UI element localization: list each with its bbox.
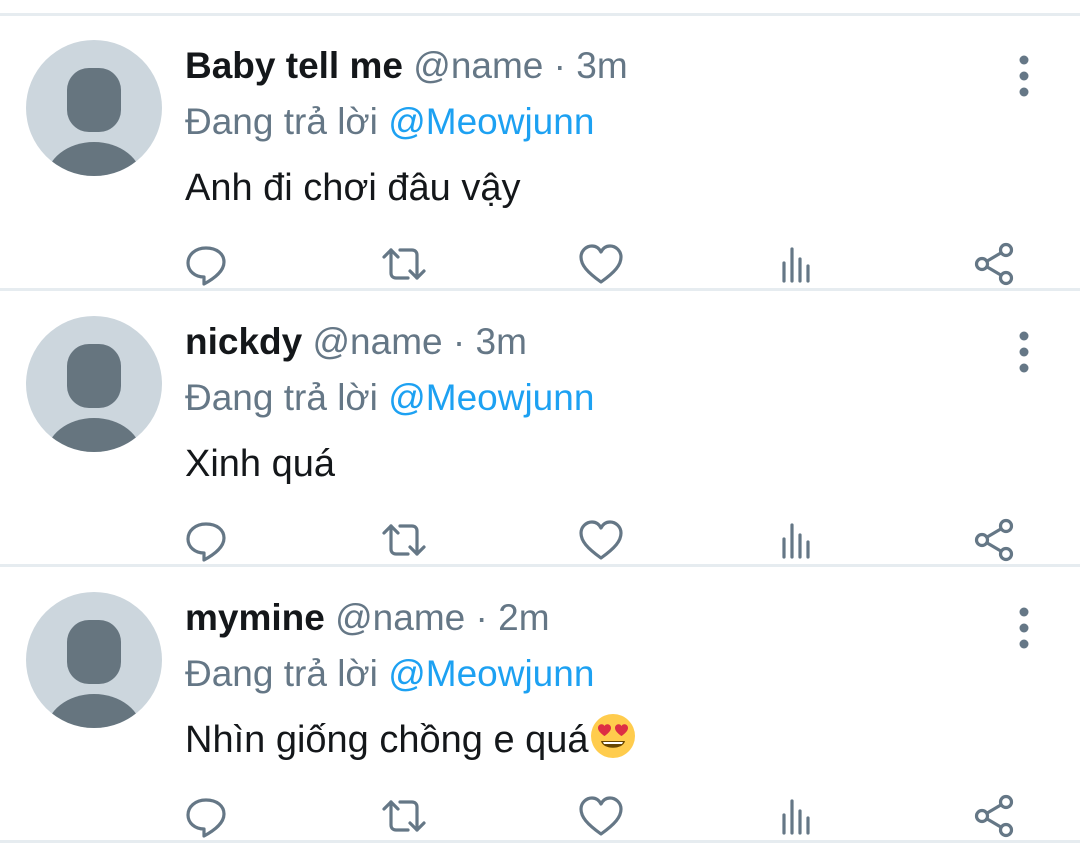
share-icon[interactable] (970, 240, 1018, 288)
tweet-text-content: Nhìn giống chồng e quá (185, 719, 589, 761)
mention-link[interactable]: @Meowjunn (388, 101, 594, 142)
display-name[interactable]: Baby tell me (185, 45, 403, 86)
mention-link[interactable]: @Meowjunn (388, 653, 594, 694)
default-avatar-icon (46, 68, 142, 176)
heart-icon[interactable] (577, 240, 625, 288)
mention-link[interactable]: @Meowjunn (388, 377, 594, 418)
reply-feed: Baby tell me @name · 3m Đang trả lời @Me… (0, 0, 1080, 848)
share-icon[interactable] (970, 516, 1018, 564)
replying-to-label: Đang trả lời (185, 101, 378, 142)
bar-chart-icon[interactable] (772, 792, 820, 840)
bar-chart-icon[interactable] (772, 240, 820, 288)
speech-bubble-icon[interactable] (182, 516, 230, 564)
separator-dot: · (442, 321, 476, 362)
heart-eyes-emoji-icon (590, 714, 635, 758)
timestamp[interactable]: 3m (476, 321, 527, 362)
avatar[interactable] (26, 40, 162, 176)
tweet-text: Xinh quá (185, 443, 336, 485)
divider (0, 840, 1080, 843)
speech-bubble-icon[interactable] (182, 240, 230, 288)
display-name[interactable]: mymine (185, 597, 325, 638)
vertical-dots-icon[interactable] (1004, 606, 1044, 650)
vertical-dots-icon[interactable] (1004, 54, 1044, 98)
heart-icon[interactable] (577, 516, 625, 564)
replying-to-label: Đang trả lời (185, 653, 378, 694)
divider (0, 288, 1080, 291)
user-handle[interactable]: @name (335, 597, 465, 638)
user-handle[interactable]: @name (413, 45, 543, 86)
tweet-header: Baby tell me @name · 3m (185, 40, 628, 92)
share-icon[interactable] (970, 792, 1018, 840)
default-avatar-icon (46, 620, 142, 728)
heart-icon[interactable] (577, 792, 625, 840)
tweet-text: Anh đi chơi đâu vậy (185, 167, 521, 209)
tweet-item[interactable]: mymine @name · 2m Đang trả lời @Meowjunn… (0, 568, 1080, 840)
separator-dot: · (465, 597, 499, 638)
replying-to-label: Đang trả lời (185, 377, 378, 418)
avatar[interactable] (26, 316, 162, 452)
timestamp[interactable]: 2m (498, 597, 549, 638)
retweet-icon[interactable] (380, 240, 428, 288)
retweet-icon[interactable] (380, 516, 428, 564)
replying-to: Đang trả lời @Meowjunn (185, 372, 594, 424)
retweet-icon[interactable] (380, 792, 428, 840)
vertical-dots-icon[interactable] (1004, 330, 1044, 374)
replying-to: Đang trả lời @Meowjunn (185, 648, 594, 700)
replying-to: Đang trả lời @Meowjunn (185, 96, 594, 148)
tweet-header: nickdy @name · 3m (185, 316, 527, 368)
display-name[interactable]: nickdy (185, 321, 302, 362)
default-avatar-icon (46, 344, 142, 452)
separator-dot: · (543, 45, 577, 86)
bar-chart-icon[interactable] (772, 516, 820, 564)
divider (0, 564, 1080, 567)
speech-bubble-icon[interactable] (182, 792, 230, 840)
tweet-item[interactable]: Baby tell me @name · 3m Đang trả lời @Me… (0, 16, 1080, 288)
avatar[interactable] (26, 592, 162, 728)
tweet-item[interactable]: nickdy @name · 3m Đang trả lời @Meowjunn… (0, 292, 1080, 564)
tweet-text: Nhìn giống chồng e quá (185, 712, 637, 768)
tweet-header: mymine @name · 2m (185, 592, 550, 644)
user-handle[interactable]: @name (313, 321, 443, 362)
timestamp[interactable]: 3m (576, 45, 627, 86)
